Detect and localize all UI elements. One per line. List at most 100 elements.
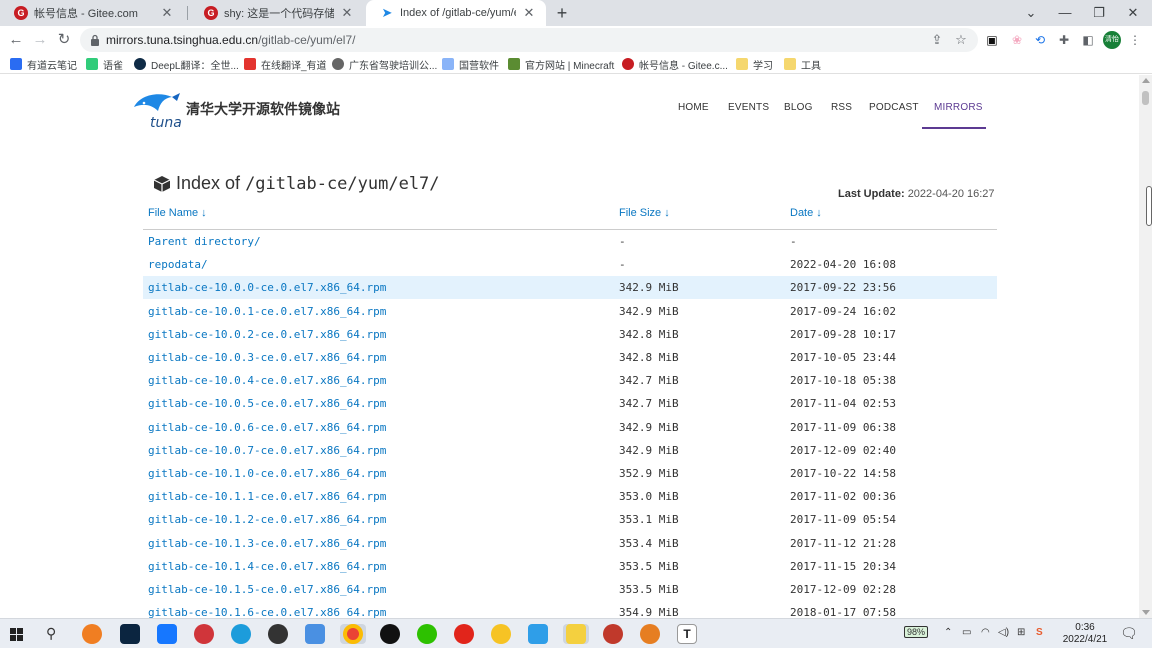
file-name-link[interactable]: gitlab-ce-10.0.7-ce.0.el7.x86_64.rpm: [148, 444, 386, 457]
file-name-link[interactable]: gitlab-ce-10.1.1-ce.0.el7.x86_64.rpm: [148, 490, 386, 503]
file-name-link[interactable]: Parent directory/: [148, 235, 261, 248]
volume-icon[interactable]: ◁): [998, 627, 1009, 638]
extension-dark-icon[interactable]: ▣: [983, 32, 1001, 48]
table-row[interactable]: gitlab-ce-10.1.4-ce.0.el7.x86_64.rpm 353.…: [143, 555, 997, 578]
bookmark-item[interactable]: 官方网站 | Minecraft: [508, 56, 614, 72]
bookmark-item[interactable]: 在线翻译_有道: [244, 56, 327, 72]
windows-start-icon[interactable]: [10, 628, 23, 641]
chevron-up-icon[interactable]: ⌃: [944, 627, 952, 638]
nav-rss[interactable]: RSS: [831, 102, 852, 113]
wifi-icon[interactable]: ◠: [981, 627, 990, 638]
close-icon[interactable]: ✕: [160, 5, 174, 21]
bookmark-folder[interactable]: 工具: [784, 56, 821, 72]
table-row[interactable]: gitlab-ce-10.0.0-ce.0.el7.x86_64.rpm 342.…: [143, 276, 997, 299]
ime-icon[interactable]: ⊞: [1017, 627, 1025, 638]
file-name-link[interactable]: gitlab-ce-10.0.6-ce.0.el7.x86_64.rpm: [148, 421, 386, 434]
table-row[interactable]: gitlab-ce-10.0.7-ce.0.el7.x86_64.rpm 342.…: [143, 439, 997, 462]
table-row[interactable]: gitlab-ce-10.0.4-ce.0.el7.x86_64.rpm 342.…: [143, 369, 997, 392]
close-icon[interactable]: ✕: [340, 5, 354, 21]
tuna-logo[interactable]: tuna: [130, 89, 184, 129]
share-icon[interactable]: ⇪: [928, 32, 946, 48]
profile-avatar[interactable]: 清怡: [1103, 31, 1121, 49]
side-panel-icon[interactable]: ◧: [1079, 32, 1097, 48]
file-name-link[interactable]: gitlab-ce-10.1.2-ce.0.el7.x86_64.rpm: [148, 513, 386, 526]
table-row[interactable]: gitlab-ce-10.1.0-ce.0.el7.x86_64.rpm 352.…: [143, 462, 997, 485]
file-name-link[interactable]: gitlab-ce-10.0.0-ce.0.el7.x86_64.rpm: [148, 281, 386, 294]
app-blue-icon[interactable]: [157, 624, 177, 644]
window-close-button[interactable]: ✕: [1116, 0, 1150, 26]
app-cyan-icon[interactable]: [528, 624, 548, 644]
vertical-scrollbar[interactable]: [1139, 75, 1152, 618]
column-header-date[interactable]: Date ↓: [790, 207, 822, 231]
site-title[interactable]: 清华大学开源软件镜像站: [186, 99, 340, 119]
wechat-icon[interactable]: [417, 624, 437, 644]
scroll-down-arrow-icon[interactable]: [1142, 610, 1150, 615]
file-name-link[interactable]: gitlab-ce-10.1.4-ce.0.el7.x86_64.rpm: [148, 560, 386, 573]
tab-gitee-repo[interactable]: G shy: 这是一个代码存储仓库 - Gi ✕: [190, 0, 364, 26]
bookmark-item[interactable]: 帐号信息 - Gitee.c...: [622, 56, 728, 72]
tab-gitee-account[interactable]: G 帐号信息 - Gitee.com ✕: [0, 0, 184, 26]
file-name-link[interactable]: gitlab-ce-10.0.1-ce.0.el7.x86_64.rpm: [148, 305, 386, 318]
edge-icon[interactable]: [231, 624, 251, 644]
app-yellow-icon[interactable]: [491, 624, 511, 644]
table-row[interactable]: gitlab-ce-10.0.5-ce.0.el7.x86_64.rpm 342.…: [143, 392, 997, 415]
page-scroll-indicator[interactable]: [1146, 186, 1152, 226]
nav-events[interactable]: EVENTS: [728, 102, 769, 113]
file-name-link[interactable]: gitlab-ce-10.1.3-ce.0.el7.x86_64.rpm: [148, 537, 386, 550]
table-row[interactable]: gitlab-ce-10.1.2-ce.0.el7.x86_64.rpm 353.…: [143, 508, 997, 531]
sogou-icon[interactable]: S: [1036, 627, 1043, 638]
file-name-link[interactable]: gitlab-ce-10.0.2-ce.0.el7.x86_64.rpm: [148, 328, 386, 341]
qq-icon[interactable]: [380, 624, 400, 644]
table-row[interactable]: gitlab-ce-10.0.1-ce.0.el7.x86_64.rpm 342.…: [143, 300, 997, 323]
table-row[interactable]: gitlab-ce-10.0.2-ce.0.el7.x86_64.rpm 342.…: [143, 323, 997, 346]
minimize-button[interactable]: —: [1048, 0, 1082, 26]
file-name-link[interactable]: gitlab-ce-10.1.6-ce.0.el7.x86_64.rpm: [148, 606, 386, 618]
file-name-link[interactable]: gitlab-ce-10.0.5-ce.0.el7.x86_64.rpm: [148, 397, 386, 410]
bookmark-item[interactable]: DeepL翻译：全世...: [134, 56, 239, 72]
file-name-link[interactable]: repodata/: [148, 258, 208, 271]
translate-icon[interactable]: ⟲: [1031, 32, 1049, 48]
table-row[interactable]: Parent directory/ - -: [143, 230, 997, 253]
scroll-up-arrow-icon[interactable]: [1142, 78, 1150, 83]
table-row[interactable]: repodata/ - 2022-04-20 16:08: [143, 253, 997, 276]
extension-cat-icon[interactable]: ❀: [1008, 32, 1026, 48]
reload-button[interactable]: ↻: [54, 30, 74, 50]
photoshop-icon[interactable]: [120, 624, 140, 644]
file-name-link[interactable]: gitlab-ce-10.1.0-ce.0.el7.x86_64.rpm: [148, 467, 386, 480]
clock[interactable]: 0:36 2022/4/21: [1060, 622, 1110, 646]
bookmark-item[interactable]: 国营软件: [442, 56, 499, 72]
tab-tuna-index[interactable]: ➤ Index of /gitlab-ce/yum/el7/ | ✕: [366, 0, 546, 26]
back-button[interactable]: ←: [6, 30, 26, 50]
battery-indicator[interactable]: 98%: [904, 626, 929, 638]
menu-kebab-icon[interactable]: ⋮: [1126, 32, 1144, 48]
search-icon[interactable]: ⚲: [46, 625, 56, 642]
bookmark-item[interactable]: 语雀: [86, 56, 123, 72]
table-row[interactable]: gitlab-ce-10.1.5-ce.0.el7.x86_64.rpm 353.…: [143, 578, 997, 601]
tab-search-chevron-icon[interactable]: ⌄: [1014, 0, 1048, 26]
table-row[interactable]: gitlab-ce-10.0.3-ce.0.el7.x86_64.rpm 342.…: [143, 346, 997, 369]
scroll-thumb[interactable]: [1142, 91, 1149, 105]
table-row[interactable]: gitlab-ce-10.0.6-ce.0.el7.x86_64.rpm 342.…: [143, 416, 997, 439]
file-name-link[interactable]: gitlab-ce-10.1.5-ce.0.el7.x86_64.rpm: [148, 583, 386, 596]
bookmark-star-icon[interactable]: ☆: [952, 32, 970, 48]
address-bar[interactable]: mirrors.tuna.tsinghua.edu.cn/gitlab-ce/y…: [80, 28, 978, 52]
nav-mirrors[interactable]: MIRRORS: [934, 102, 983, 113]
app-dark-icon[interactable]: [268, 624, 288, 644]
bookmark-item[interactable]: 有道云笔记: [10, 56, 77, 72]
bookmark-folder[interactable]: 学习: [736, 56, 773, 72]
column-header-size[interactable]: File Size ↓: [619, 207, 670, 231]
app-orange-icon[interactable]: [82, 624, 102, 644]
file-name-link[interactable]: gitlab-ce-10.0.3-ce.0.el7.x86_64.rpm: [148, 351, 386, 364]
table-row[interactable]: gitlab-ce-10.1.1-ce.0.el7.x86_64.rpm 353.…: [143, 485, 997, 508]
table-row[interactable]: gitlab-ce-10.1.6-ce.0.el7.x86_64.rpm 354.…: [143, 601, 997, 618]
cherry-icon[interactable]: [603, 624, 623, 644]
monitor-icon[interactable]: ▭: [962, 627, 971, 638]
forward-button[interactable]: →: [30, 30, 50, 50]
app-snail-icon[interactable]: [640, 624, 660, 644]
app-window-icon[interactable]: [305, 624, 325, 644]
extensions-puzzle-icon[interactable]: ✚: [1055, 32, 1073, 48]
typora-icon[interactable]: T: [677, 624, 697, 644]
file-name-link[interactable]: gitlab-ce-10.0.4-ce.0.el7.x86_64.rpm: [148, 374, 386, 387]
nav-blog[interactable]: BLOG: [784, 102, 813, 113]
close-icon[interactable]: ✕: [522, 5, 536, 21]
